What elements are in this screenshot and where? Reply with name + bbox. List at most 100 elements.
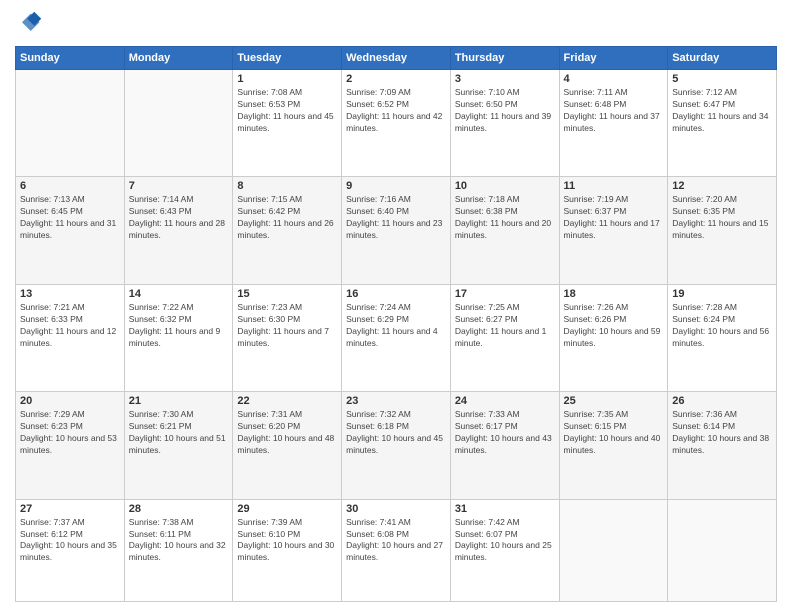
week-row-4: 20 Sunrise: 7:29 AM Sunset: 6:23 PM Dayli… (16, 392, 777, 499)
calendar-cell: 13 Sunrise: 7:21 AM Sunset: 6:33 PM Dayli… (16, 284, 125, 391)
day-number: 26 (672, 395, 772, 407)
week-row-1: 1 Sunrise: 7:08 AM Sunset: 6:53 PM Daylig… (16, 70, 777, 177)
day-number: 14 (129, 288, 229, 300)
calendar-cell: 26 Sunrise: 7:36 AM Sunset: 6:14 PM Dayli… (668, 392, 777, 499)
day-number: 16 (346, 288, 446, 300)
calendar-cell: 21 Sunrise: 7:30 AM Sunset: 6:21 PM Dayli… (124, 392, 233, 499)
week-row-5: 27 Sunrise: 7:37 AM Sunset: 6:12 PM Dayli… (16, 499, 777, 601)
day-number: 11 (564, 180, 664, 192)
calendar-cell: 7Sunrise: 7:14 AM Sunset: 6:43 PM Daylig… (124, 177, 233, 284)
day-number: 25 (564, 395, 664, 407)
page: SundayMondayTuesdayWednesdayThursdayFrid… (0, 0, 792, 612)
day-number: 10 (455, 180, 555, 192)
calendar-cell: 25 Sunrise: 7:35 AM Sunset: 6:15 PM Dayli… (559, 392, 668, 499)
calendar: SundayMondayTuesdayWednesdayThursdayFrid… (15, 46, 777, 602)
day-info: Sunrise: 7:30 AM Sunset: 6:21 PM Dayligh… (129, 409, 229, 457)
day-number: 23 (346, 395, 446, 407)
logo (15, 10, 47, 38)
day-number: 3 (455, 73, 555, 85)
header (15, 10, 777, 38)
calendar-cell: 23 Sunrise: 7:32 AM Sunset: 6:18 PM Dayli… (342, 392, 451, 499)
calendar-cell: 15Sunrise: 7:23 AM Sunset: 6:30 PM Dayli… (233, 284, 342, 391)
week-row-2: 6 Sunrise: 7:13 AM Sunset: 6:45 PM Daylig… (16, 177, 777, 284)
day-number: 4 (564, 73, 664, 85)
calendar-cell: 30Sunrise: 7:41 AM Sunset: 6:08 PM Dayli… (342, 499, 451, 601)
calendar-cell: 22 Sunrise: 7:31 AM Sunset: 6:20 PM Dayli… (233, 392, 342, 499)
calendar-cell: 3 Sunrise: 7:10 AM Sunset: 6:50 PM Daylig… (450, 70, 559, 177)
day-info: Sunrise: 7:15 AM Sunset: 6:42 PM Dayligh… (237, 194, 337, 242)
day-number: 31 (455, 503, 555, 515)
day-info: Sunrise: 7:09 AM Sunset: 6:52 PM Dayligh… (346, 87, 446, 135)
calendar-cell: 12 Sunrise: 7:20 AM Sunset: 6:35 PM Dayli… (668, 177, 777, 284)
weekday-header-friday: Friday (559, 47, 668, 70)
day-info: Sunrise: 7:37 AM Sunset: 6:12 PM Dayligh… (20, 517, 120, 565)
day-info: Sunrise: 7:41 AM Sunset: 6:08 PM Dayligh… (346, 517, 446, 565)
day-info: Sunrise: 7:28 AM Sunset: 6:24 PM Dayligh… (672, 302, 772, 350)
day-info: Sunrise: 7:31 AM Sunset: 6:20 PM Dayligh… (237, 409, 337, 457)
day-number: 7 (129, 180, 229, 192)
day-number: 5 (672, 73, 772, 85)
day-number: 21 (129, 395, 229, 407)
calendar-cell (668, 499, 777, 601)
calendar-cell: 10 Sunrise: 7:18 AM Sunset: 6:38 PM Dayli… (450, 177, 559, 284)
day-info: Sunrise: 7:18 AM Sunset: 6:38 PM Dayligh… (455, 194, 555, 242)
day-number: 18 (564, 288, 664, 300)
day-number: 12 (672, 180, 772, 192)
calendar-cell: 27 Sunrise: 7:37 AM Sunset: 6:12 PM Dayli… (16, 499, 125, 601)
day-info: Sunrise: 7:33 AM Sunset: 6:17 PM Dayligh… (455, 409, 555, 457)
day-info: Sunrise: 7:24 AM Sunset: 6:29 PM Dayligh… (346, 302, 446, 350)
calendar-cell: 28 Sunrise: 7:38 AM Sunset: 6:11 PM Dayli… (124, 499, 233, 601)
day-number: 15 (237, 288, 337, 300)
week-row-3: 13 Sunrise: 7:21 AM Sunset: 6:33 PM Dayli… (16, 284, 777, 391)
calendar-cell: 17 Sunrise: 7:25 AM Sunset: 6:27 PM Dayli… (450, 284, 559, 391)
day-info: Sunrise: 7:13 AM Sunset: 6:45 PM Dayligh… (20, 194, 120, 242)
day-number: 29 (237, 503, 337, 515)
calendar-cell: 29Sunrise: 7:39 AM Sunset: 6:10 PM Dayli… (233, 499, 342, 601)
day-info: Sunrise: 7:22 AM Sunset: 6:32 PM Dayligh… (129, 302, 229, 350)
calendar-cell: 2 Sunrise: 7:09 AM Sunset: 6:52 PM Daylig… (342, 70, 451, 177)
day-number: 13 (20, 288, 120, 300)
day-info: Sunrise: 7:36 AM Sunset: 6:14 PM Dayligh… (672, 409, 772, 457)
day-info: Sunrise: 7:32 AM Sunset: 6:18 PM Dayligh… (346, 409, 446, 457)
weekday-header-monday: Monday (124, 47, 233, 70)
weekday-header-row: SundayMondayTuesdayWednesdayThursdayFrid… (16, 47, 777, 70)
day-number: 22 (237, 395, 337, 407)
day-info: Sunrise: 7:10 AM Sunset: 6:50 PM Dayligh… (455, 87, 555, 135)
weekday-header-thursday: Thursday (450, 47, 559, 70)
calendar-cell: 6 Sunrise: 7:13 AM Sunset: 6:45 PM Daylig… (16, 177, 125, 284)
calendar-cell: 11Sunrise: 7:19 AM Sunset: 6:37 PM Dayli… (559, 177, 668, 284)
day-number: 20 (20, 395, 120, 407)
weekday-header-wednesday: Wednesday (342, 47, 451, 70)
day-info: Sunrise: 7:35 AM Sunset: 6:15 PM Dayligh… (564, 409, 664, 457)
weekday-header-sunday: Sunday (16, 47, 125, 70)
calendar-cell: 31Sunrise: 7:42 AM Sunset: 6:07 PM Dayli… (450, 499, 559, 601)
day-number: 8 (237, 180, 337, 192)
calendar-cell: 8 Sunrise: 7:15 AM Sunset: 6:42 PM Daylig… (233, 177, 342, 284)
day-number: 1 (237, 73, 337, 85)
logo-icon (15, 10, 43, 38)
day-number: 19 (672, 288, 772, 300)
day-info: Sunrise: 7:29 AM Sunset: 6:23 PM Dayligh… (20, 409, 120, 457)
calendar-cell: 19 Sunrise: 7:28 AM Sunset: 6:24 PM Dayli… (668, 284, 777, 391)
calendar-cell: 9Sunrise: 7:16 AM Sunset: 6:40 PM Daylig… (342, 177, 451, 284)
calendar-cell: 5Sunrise: 7:12 AM Sunset: 6:47 PM Daylig… (668, 70, 777, 177)
calendar-cell (559, 499, 668, 601)
day-info: Sunrise: 7:25 AM Sunset: 6:27 PM Dayligh… (455, 302, 555, 350)
calendar-cell: 16 Sunrise: 7:24 AM Sunset: 6:29 PM Dayli… (342, 284, 451, 391)
day-info: Sunrise: 7:11 AM Sunset: 6:48 PM Dayligh… (564, 87, 664, 135)
day-number: 17 (455, 288, 555, 300)
weekday-header-saturday: Saturday (668, 47, 777, 70)
day-number: 6 (20, 180, 120, 192)
day-number: 9 (346, 180, 446, 192)
calendar-cell (124, 70, 233, 177)
calendar-cell (16, 70, 125, 177)
day-info: Sunrise: 7:21 AM Sunset: 6:33 PM Dayligh… (20, 302, 120, 350)
calendar-cell: 4 Sunrise: 7:11 AM Sunset: 6:48 PM Daylig… (559, 70, 668, 177)
day-number: 2 (346, 73, 446, 85)
day-info: Sunrise: 7:08 AM Sunset: 6:53 PM Dayligh… (237, 87, 337, 135)
day-info: Sunrise: 7:38 AM Sunset: 6:11 PM Dayligh… (129, 517, 229, 565)
day-info: Sunrise: 7:20 AM Sunset: 6:35 PM Dayligh… (672, 194, 772, 242)
day-number: 27 (20, 503, 120, 515)
day-number: 28 (129, 503, 229, 515)
day-number: 24 (455, 395, 555, 407)
